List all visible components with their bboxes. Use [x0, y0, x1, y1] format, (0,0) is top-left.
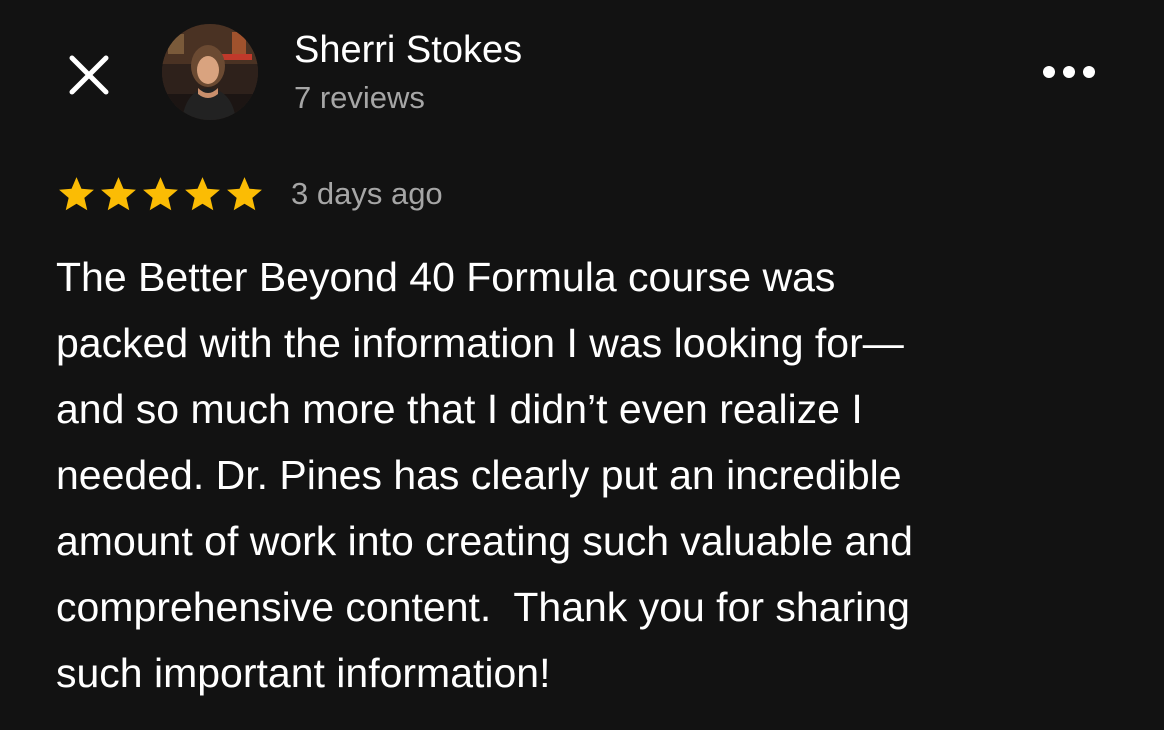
review-text-line: amount of work into creating such valuab… [56, 518, 913, 564]
review-count[interactable]: 7 reviews [294, 78, 425, 118]
review-text-line: comprehensive content. Thank you for sha… [56, 584, 910, 630]
review-text: The Better Beyond 40 Formula course was … [56, 244, 1116, 706]
star-rating [56, 174, 265, 215]
reviewer-avatar[interactable] [162, 24, 258, 120]
rating-row: 3 days ago [56, 170, 443, 218]
reviewer-name[interactable]: Sherri Stokes [294, 28, 522, 72]
review-date: 3 days ago [291, 176, 443, 211]
star-icon [143, 176, 178, 210]
review-header: Sherri Stokes 7 reviews [0, 0, 1164, 150]
more-options-button[interactable] [1034, 54, 1104, 90]
review-text-line: such important information! [56, 650, 551, 696]
close-button[interactable] [62, 48, 116, 102]
review-text-line: packed with the information I was lookin… [56, 320, 904, 366]
profile-photo [162, 24, 258, 120]
star-icon [59, 176, 94, 210]
review-text-line: and so much more that I didn’t even real… [56, 386, 863, 432]
star-icon [101, 176, 136, 210]
more-horizontal-icon [1043, 66, 1095, 78]
star-icon [227, 176, 262, 210]
star-icon [185, 176, 220, 210]
review-text-line: needed. Dr. Pines has clearly put an inc… [56, 452, 902, 498]
close-icon [69, 55, 109, 95]
review-text-line: The Better Beyond 40 Formula course was [56, 254, 836, 300]
